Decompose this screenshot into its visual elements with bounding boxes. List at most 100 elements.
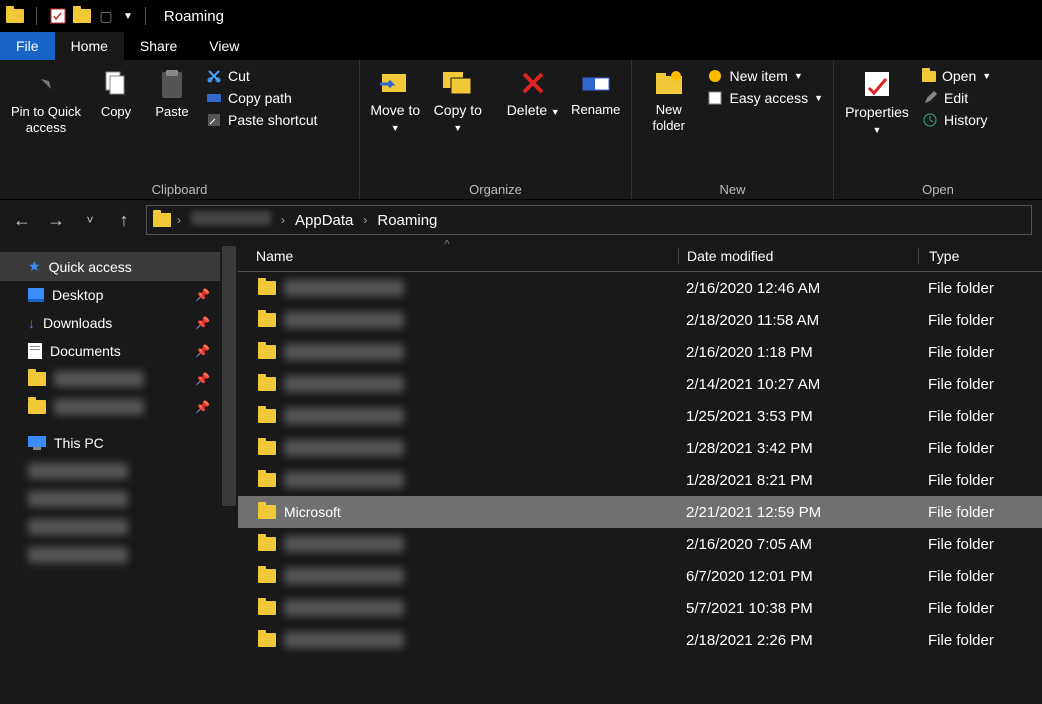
blurred-text [284, 280, 404, 296]
file-row[interactable]: 2/16/2020 12:46 AMFile folder [238, 272, 1042, 304]
file-row[interactable]: 1/28/2021 8:21 PMFile folder [238, 464, 1042, 496]
file-date: 1/28/2021 8:21 PM [678, 472, 918, 489]
paste-button[interactable]: Paste [146, 64, 198, 124]
folder-icon [28, 400, 46, 414]
chevron-right-icon[interactable]: › [363, 213, 367, 227]
file-row[interactable]: 2/16/2020 1:18 PMFile folder [238, 336, 1042, 368]
breadcrumb-blurred[interactable] [187, 209, 275, 231]
file-date: 1/28/2021 3:42 PM [678, 440, 918, 457]
file-date: 2/16/2020 12:46 AM [678, 280, 918, 297]
sidebar-downloads[interactable]: ↓ Downloads 📌 [0, 309, 238, 337]
pin-icon [30, 68, 62, 100]
file-type: File folder [918, 408, 1042, 425]
sidebar-this-pc[interactable]: This PC [0, 429, 238, 457]
sidebar-documents[interactable]: Documents 📌 [0, 337, 238, 365]
sidebar-blurred[interactable] [0, 541, 238, 569]
blurred-text [284, 632, 404, 648]
tab-view[interactable]: View [193, 32, 255, 60]
chevron-right-icon[interactable]: › [177, 213, 181, 227]
chevron-right-icon[interactable]: › [281, 213, 285, 227]
tab-home[interactable]: Home [55, 32, 124, 60]
sidebar-label: Documents [50, 343, 121, 359]
new-group-title: New [638, 182, 827, 197]
address-bar[interactable]: › › AppData › Roaming [146, 205, 1032, 235]
blurred-text [54, 399, 144, 415]
file-row[interactable]: 2/18/2021 2:26 PMFile folder [238, 624, 1042, 656]
edit-icon [922, 90, 938, 106]
new-item-button[interactable]: New item ▼ [703, 66, 827, 86]
sidebar-blurred[interactable]: 📌 [0, 365, 238, 393]
newitem-icon [707, 68, 723, 84]
pin-quick-access-button[interactable]: Pin to Quick access [6, 64, 86, 139]
ribbon-group-open: Properties ▼ Open ▼ Edit History Open [834, 60, 1042, 199]
sidebar-blurred[interactable] [0, 513, 238, 541]
sidebar-blurred[interactable] [0, 485, 238, 513]
easy-access-button[interactable]: Easy access ▼ [703, 88, 827, 108]
rename-button[interactable]: Rename [566, 64, 625, 122]
file-date: 2/21/2021 12:59 PM [678, 504, 918, 521]
file-row[interactable]: 2/18/2020 11:58 AMFile folder [238, 304, 1042, 336]
cut-button[interactable]: Cut [202, 66, 322, 86]
nav-recent-dropdown[interactable]: ˅ [78, 206, 102, 234]
file-date: 6/7/2020 12:01 PM [678, 568, 918, 585]
sidebar-desktop[interactable]: Desktop 📌 [0, 281, 238, 309]
qa-properties-icon[interactable] [49, 7, 67, 25]
file-date: 5/7/2021 10:38 PM [678, 600, 918, 617]
sidebar-quick-access[interactable]: ★ Quick access [0, 252, 238, 281]
file-date: 2/18/2021 2:26 PM [678, 632, 918, 649]
sidebar-blurred[interactable]: 📌 [0, 393, 238, 421]
sidebar-scrollbar[interactable] [220, 240, 238, 704]
paste-shortcut-button[interactable]: Paste shortcut [202, 110, 322, 130]
qa-dropdown-icon[interactable]: ▼ [123, 11, 133, 22]
breadcrumb-appdata[interactable]: AppData [291, 210, 357, 231]
file-row[interactable]: 5/7/2021 10:38 PMFile folder [238, 592, 1042, 624]
newfolder-icon [652, 68, 686, 98]
nav-back-button[interactable]: ← [10, 206, 34, 234]
properties-button[interactable]: Properties ▼ [840, 64, 914, 140]
copy-button[interactable]: Copy [90, 64, 142, 124]
folder-icon [153, 213, 171, 227]
app-folder-icon [6, 7, 24, 25]
sidebar-blurred[interactable] [0, 457, 238, 485]
nav-forward-button[interactable]: → [44, 206, 68, 234]
file-type: File folder [918, 472, 1042, 489]
qa-undo-icon[interactable]: ▢ [97, 7, 115, 25]
file-row[interactable]: 2/16/2020 7:05 AMFile folder [238, 528, 1042, 560]
move-to-button[interactable]: Move to ▼ [366, 64, 425, 138]
file-type: File folder [918, 440, 1042, 457]
easyaccess-label: Easy access [729, 90, 808, 106]
file-row[interactable]: 2/14/2021 10:27 AMFile folder [238, 368, 1042, 400]
edit-button[interactable]: Edit [918, 88, 995, 108]
copy-to-button[interactable]: Copy to ▼ [429, 64, 488, 138]
folder-icon [258, 441, 276, 455]
history-button[interactable]: History [918, 110, 995, 130]
blurred-text [284, 344, 404, 360]
file-row[interactable]: Microsoft2/21/2021 12:59 PMFile folder [238, 496, 1042, 528]
clipboard-small-column: Cut Copy path Paste shortcut [202, 64, 322, 130]
column-header-type[interactable]: Type [918, 248, 1042, 264]
delete-button[interactable]: Delete ▼ [504, 64, 563, 123]
rename-label: Rename [571, 102, 620, 118]
copy-path-button[interactable]: Copy path [202, 88, 322, 108]
sidebar-label: Quick access [49, 259, 132, 275]
file-row[interactable]: 1/28/2021 3:42 PMFile folder [238, 432, 1042, 464]
column-header-name[interactable]: Name [238, 248, 678, 264]
qa-newfolder-icon[interactable] [73, 7, 91, 25]
open-button[interactable]: Open ▼ [918, 66, 995, 86]
breadcrumb-roaming[interactable]: Roaming [373, 210, 441, 231]
nav-up-button[interactable]: ↑ [112, 206, 136, 234]
file-row[interactable]: 6/7/2020 12:01 PMFile folder [238, 560, 1042, 592]
file-type: File folder [918, 504, 1042, 521]
scrollbar-thumb[interactable] [222, 246, 236, 506]
file-type: File folder [918, 344, 1042, 361]
tab-share[interactable]: Share [124, 32, 193, 60]
new-folder-button[interactable]: New folder [638, 64, 699, 137]
copyto-label: Copy to ▼ [431, 102, 486, 134]
file-row[interactable]: 1/25/2021 3:53 PMFile folder [238, 400, 1042, 432]
blurred-text [284, 472, 404, 488]
column-header-date[interactable]: Date modified [678, 248, 918, 264]
file-type: File folder [918, 376, 1042, 393]
column-headers: ˄ Name Date modified Type [238, 240, 1042, 272]
tab-file[interactable]: File [0, 32, 55, 60]
properties-label: Properties ▼ [842, 104, 912, 136]
